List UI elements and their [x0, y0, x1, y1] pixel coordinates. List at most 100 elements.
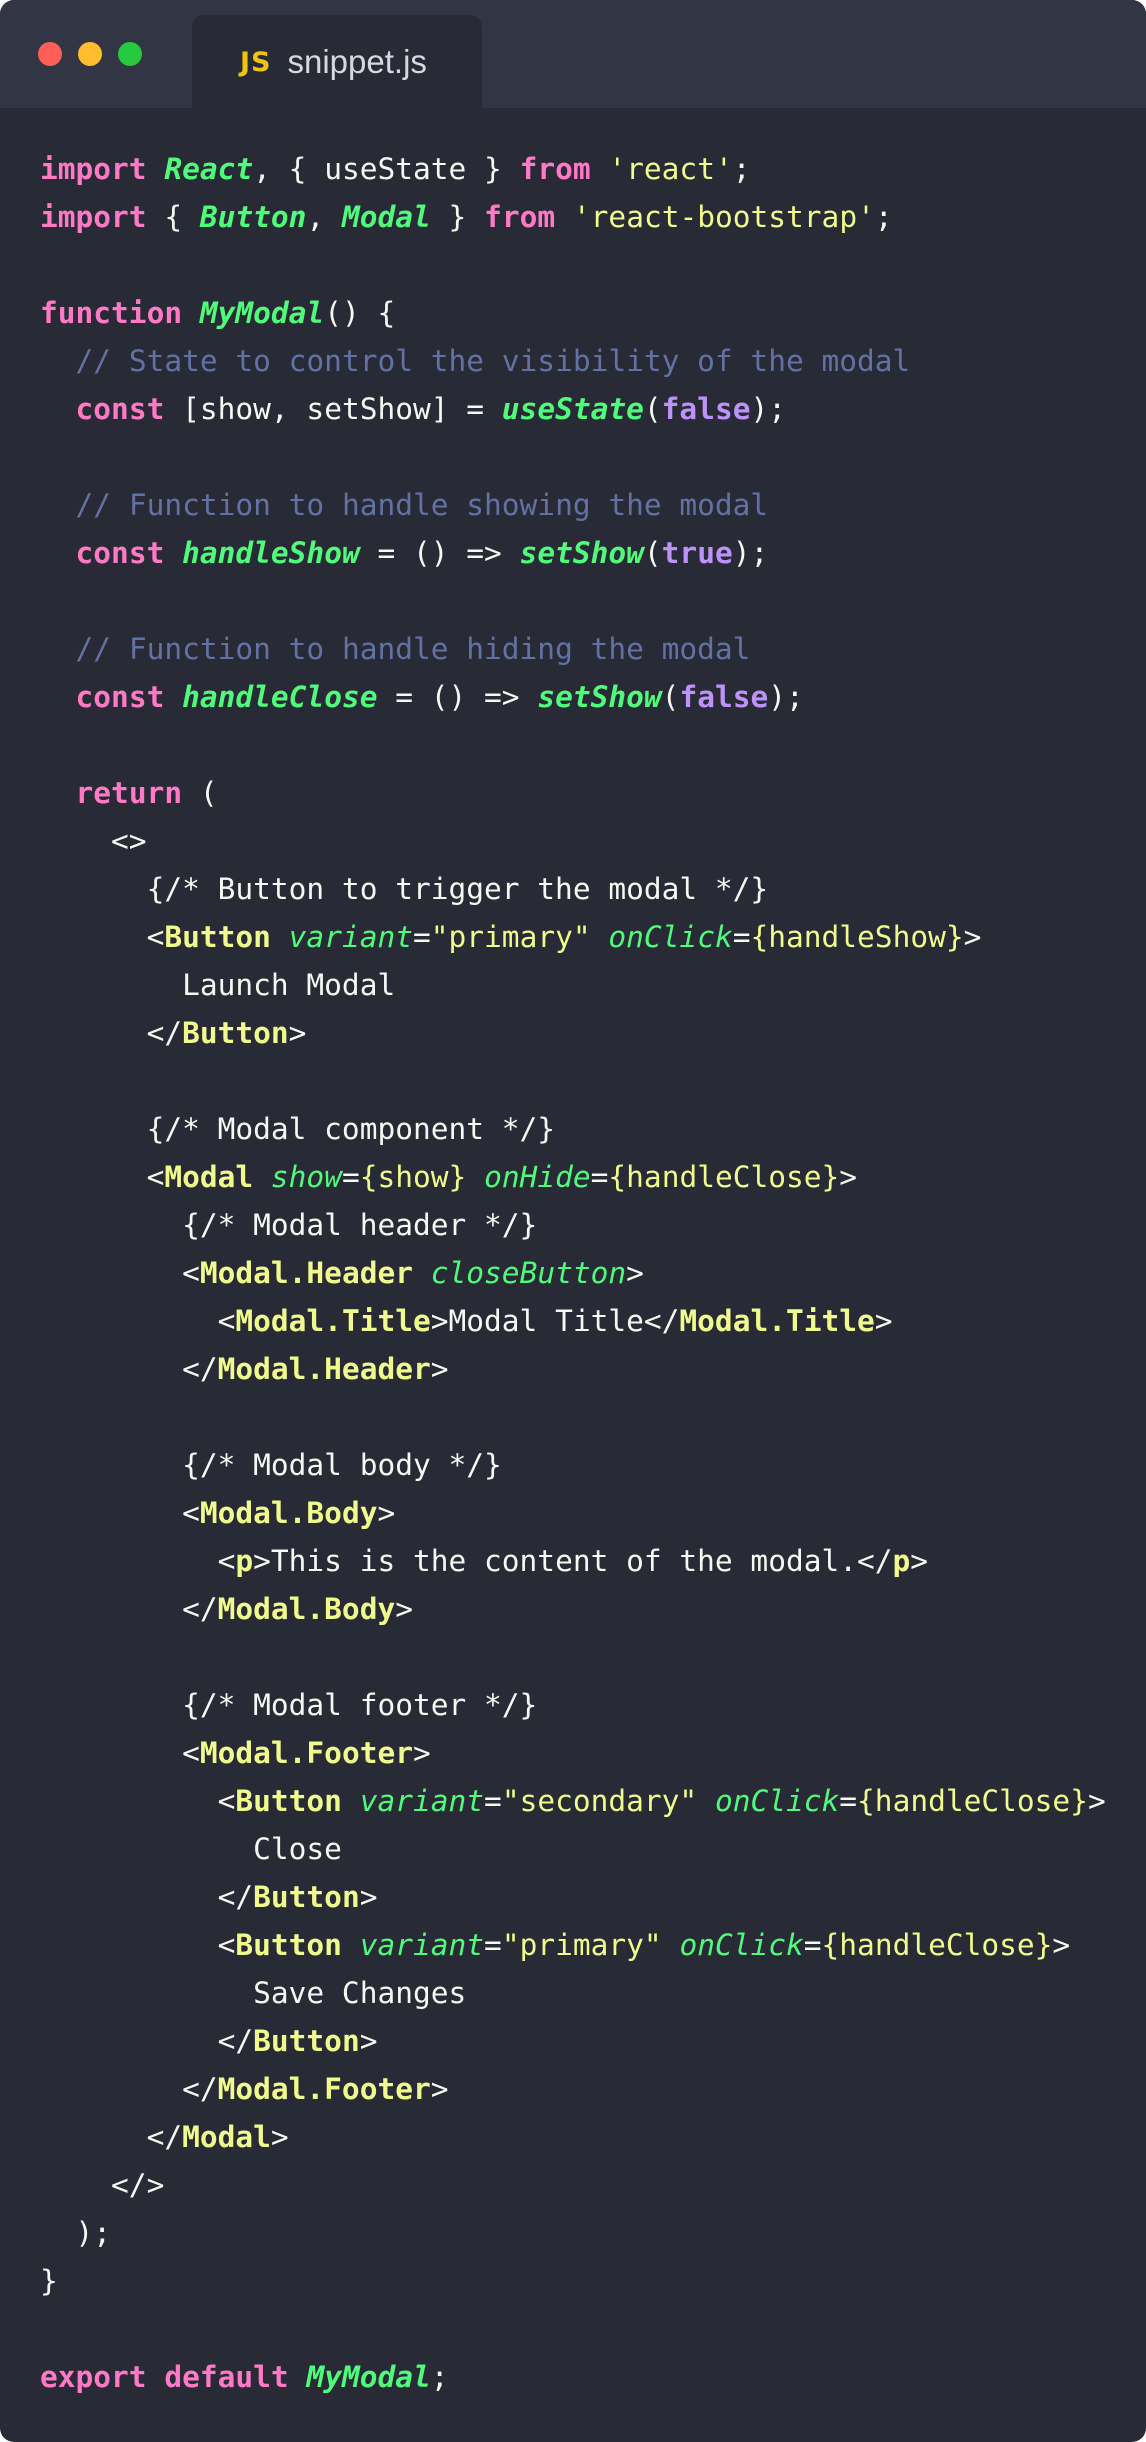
code-token-tag: Modal.Footer	[217, 2072, 431, 2106]
code-block: import React, { useState } from 'react';…	[40, 145, 1106, 2401]
code-line: import { Button, Modal } from 'react-boo…	[40, 193, 1106, 241]
code-token-plain: (	[182, 776, 218, 810]
code-token-func: useState	[501, 392, 644, 426]
code-token-attr: onHide	[484, 1160, 591, 1194]
code-token-class: Button	[199, 200, 307, 234]
code-token-tag: Modal	[182, 2120, 271, 2154]
code-token-plain: (	[661, 680, 680, 714]
code-line: </Button>	[40, 2017, 1106, 2065]
code-token-plain: <>	[40, 824, 147, 858]
code-token-plain: {/* Button to trigger the modal */}	[40, 872, 769, 906]
code-token-tag: Modal	[164, 1160, 254, 1194]
code-line: <p>This is the content of the modal.</p>	[40, 1537, 1106, 1585]
code-token-plain: </	[40, 1880, 254, 1914]
code-token-keyword: default	[164, 2360, 289, 2394]
code-token-plain: >	[359, 1880, 378, 1914]
code-line: </Modal.Header>	[40, 1345, 1106, 1393]
code-line: <Modal.Header closeButton>	[40, 1249, 1106, 1297]
code-token-plain: <	[40, 1256, 200, 1290]
code-line: {/* Modal footer */}	[40, 1681, 1106, 1729]
code-token-plain: ;	[874, 200, 893, 234]
code-token-class: React	[164, 152, 254, 186]
code-token-attr: variant	[288, 920, 413, 954]
code-line: <>	[40, 817, 1106, 865]
code-token-plain: >	[270, 2120, 289, 2154]
code-line: ​	[40, 721, 1106, 769]
code-line: {/* Modal body */}	[40, 1441, 1106, 1489]
code-token-func: handleShow	[182, 536, 360, 570]
code-token-tag: Button	[164, 920, 271, 954]
code-token-keyword: const	[75, 536, 165, 570]
code-token-comment: // State to control the visibility of th…	[75, 344, 911, 378]
code-line: const handleShow = () => setShow(true);	[40, 529, 1106, 577]
code-token-plain: {/* Modal footer */}	[40, 1688, 538, 1722]
code-token-keyword: from	[484, 200, 556, 234]
code-token-keyword: import	[40, 152, 147, 186]
code-token-plain: <	[40, 1304, 236, 1338]
code-line: <Button variant="secondary" onClick={han…	[40, 1777, 1106, 1825]
code-line: Save Changes	[40, 1969, 1106, 2017]
code-line: function MyModal() {	[40, 289, 1106, 337]
code-token-plain: </	[40, 1592, 218, 1626]
code-token-plain: >Modal Title</	[430, 1304, 680, 1338]
code-token-tag: Modal.Title	[679, 1304, 875, 1338]
code-token-tag: Modal.Header	[217, 1352, 431, 1386]
code-token-bool: true	[661, 536, 733, 570]
code-token-tag: Modal.Title	[235, 1304, 431, 1338]
close-window-icon[interactable]	[38, 42, 62, 66]
code-line: </>	[40, 2161, 1106, 2209]
code-token-plain: {/* Modal body */}	[40, 1448, 502, 1482]
code-token-plain: </	[40, 1352, 218, 1386]
code-token-plain: </	[40, 2024, 254, 2058]
code-token-plain: (	[643, 392, 662, 426]
file-tab[interactable]: JS snippet.js	[192, 15, 482, 108]
code-token-plain: </	[40, 1016, 183, 1050]
code-token-plain: {/* Modal component */}	[40, 1112, 556, 1146]
code-token-plain: </	[40, 2120, 183, 2154]
minimize-window-icon[interactable]	[78, 42, 102, 66]
code-token-func: setShow	[519, 536, 644, 570]
code-window: JS snippet.js import React, { useState }…	[0, 0, 1146, 2442]
code-token-attr: onClick	[679, 1928, 804, 1962]
code-line: </Button>	[40, 1873, 1106, 1921]
code-token-plain: () {	[324, 296, 396, 330]
code-token-attr: show	[270, 1160, 342, 1194]
code-token-jsx: {handleClose}	[608, 1160, 840, 1194]
code-token-plain: );	[768, 680, 804, 714]
code-line: <Modal.Body>	[40, 1489, 1106, 1537]
code-token-bool: false	[679, 680, 769, 714]
code-token-plain: </	[40, 2072, 218, 2106]
code-token-plain: , { useState }	[253, 152, 520, 186]
code-token-plain: =	[484, 1784, 502, 1818]
code-token-jsx: {show}	[359, 1160, 467, 1194]
code-token-attr: onClick	[714, 1784, 840, 1818]
code-token-plain: >	[359, 2024, 378, 2058]
code-token-plain: <	[40, 1736, 200, 1770]
code-token-plain: >	[395, 1592, 413, 1626]
code-token-plain: >	[626, 1256, 644, 1290]
code-token-plain: >	[413, 1736, 431, 1770]
code-token-plain: >	[288, 1016, 307, 1050]
code-token-plain: Save Changes	[40, 1976, 467, 2010]
code-line: ​	[40, 241, 1106, 289]
code-line: export default MyModal;	[40, 2353, 1106, 2401]
code-line: </Button>	[40, 1009, 1106, 1057]
code-token-plain: <	[40, 1160, 165, 1194]
code-token-plain: >	[430, 1352, 449, 1386]
code-line: // Function to handle hiding the modal	[40, 625, 1106, 673]
code-token-tag: Modal.Body	[199, 1496, 378, 1530]
code-token-plain: =	[803, 1928, 822, 1962]
maximize-window-icon[interactable]	[118, 42, 142, 66]
javascript-file-icon: JS	[240, 47, 272, 78]
code-token-keyword: export	[40, 2360, 147, 2394]
code-token-plain: = () =>	[377, 680, 538, 714]
code-token-tag: p	[892, 1544, 911, 1578]
